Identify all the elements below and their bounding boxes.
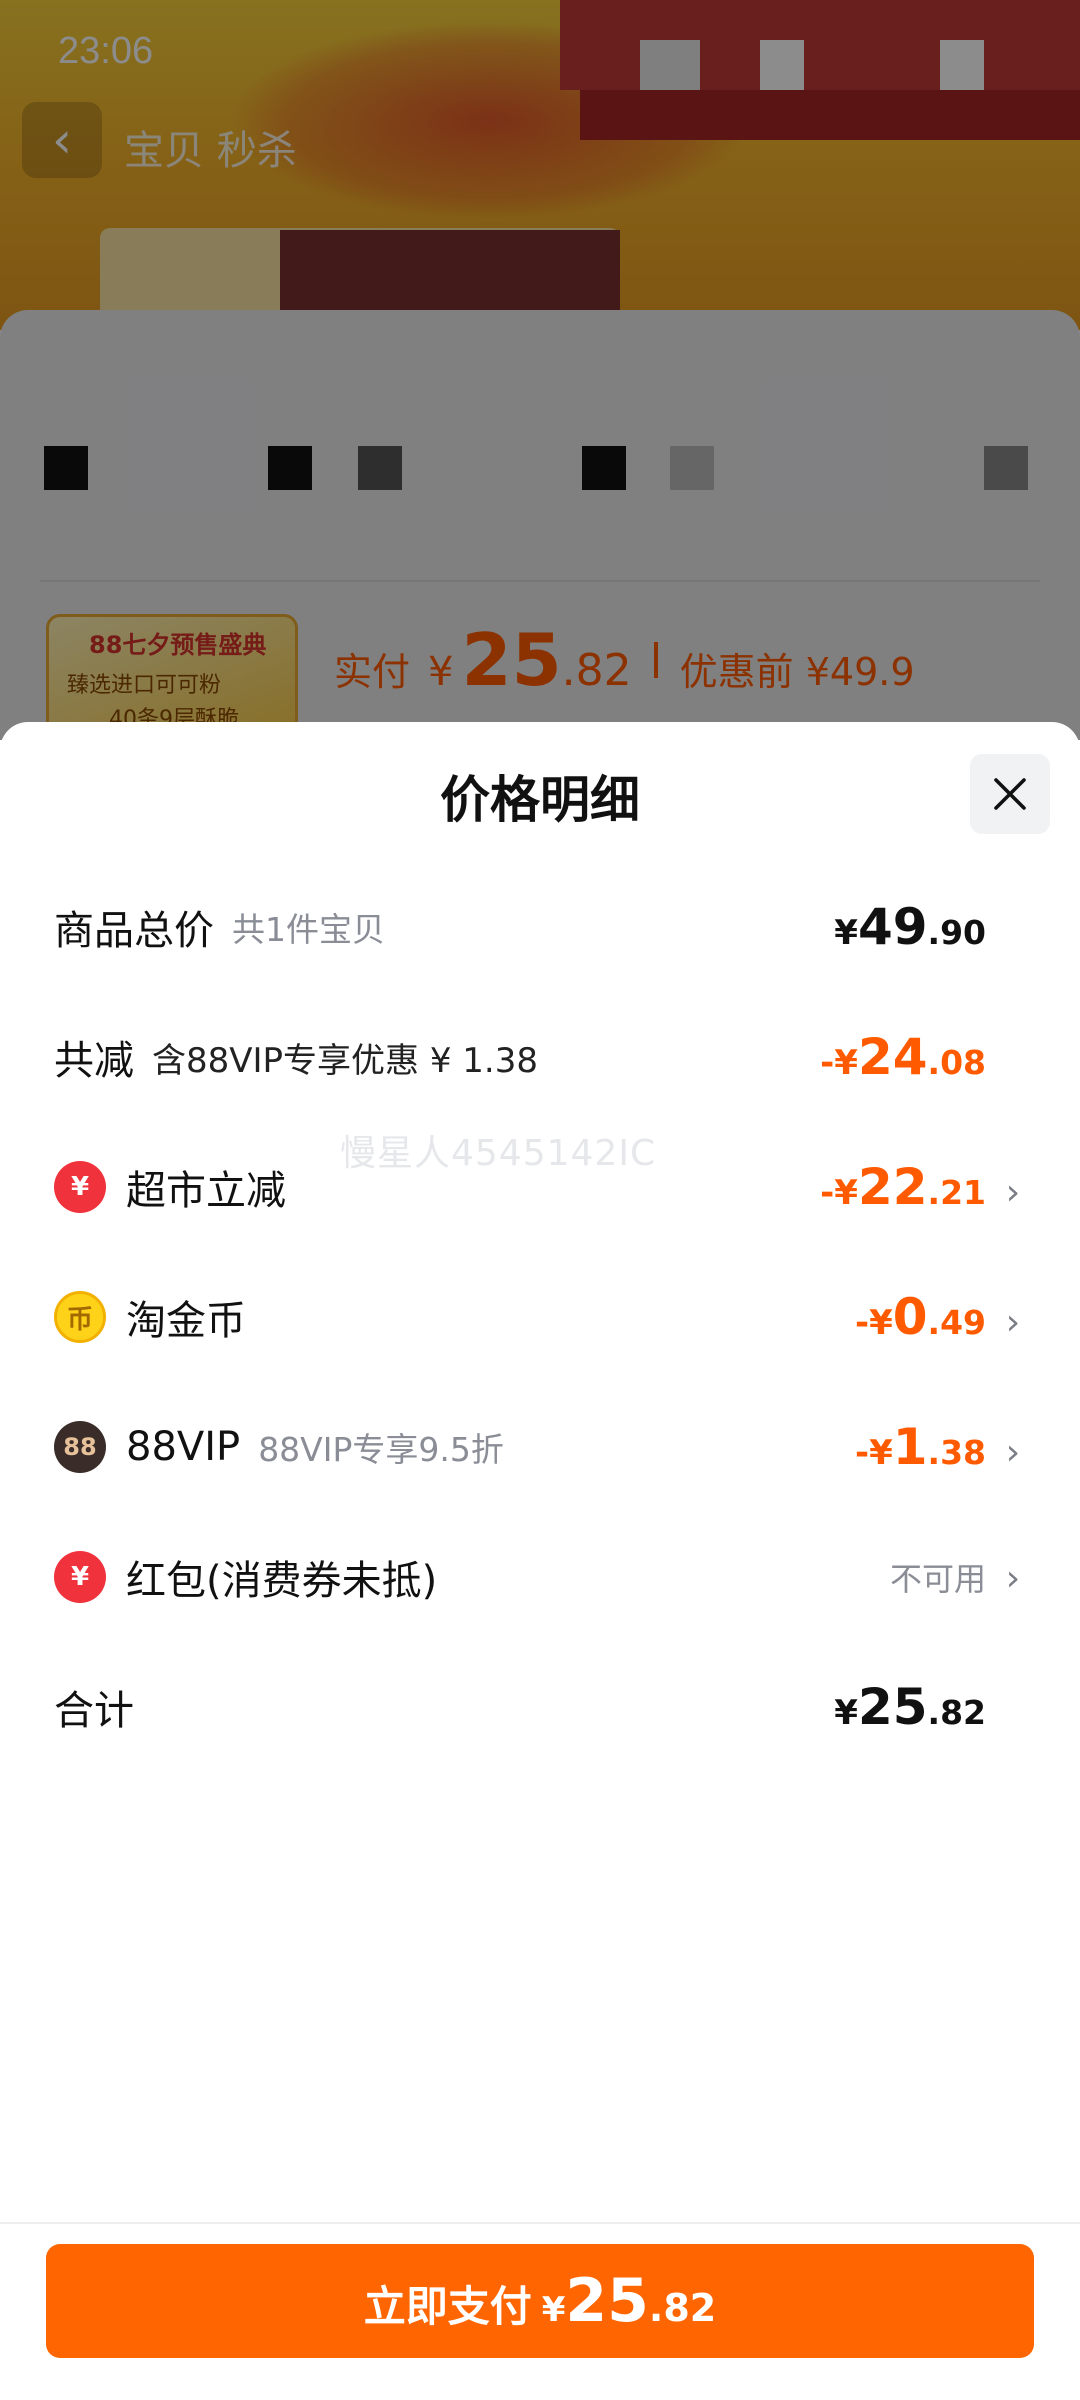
red-packet-icon: ¥ bbox=[54, 1551, 106, 1603]
row-amount: -¥ 0 .49 › bbox=[855, 1288, 1026, 1346]
amount-int: 49 bbox=[857, 898, 928, 956]
row-label: 合计 bbox=[54, 1688, 134, 1734]
amount-dec: .21 bbox=[927, 1173, 986, 1212]
amount-int: 25 bbox=[857, 1678, 928, 1736]
background-page: 23:06 ‹ 宝贝 秒杀 88七夕预售盛典 臻选进口可可粉 40条9层酥脆 实… bbox=[0, 0, 1080, 740]
row-amount: -¥ 24 .08 bbox=[820, 1028, 1026, 1086]
price-detail-sheet: 价格明细 商品总价 共1件宝贝 ¥ 49 .90 共减 含88VIP专享优惠 ¥… bbox=[0, 722, 1080, 2400]
row-sub: 含88VIP专享优惠 ¥ 1.38 bbox=[152, 1040, 539, 1081]
chevron-right-icon: › bbox=[1005, 1172, 1021, 1213]
row-label: 商品总价 bbox=[54, 908, 214, 954]
row-sub: 88VIP专享9.5折 bbox=[258, 1430, 504, 1469]
watermark: 慢星人4545142IC bbox=[340, 1133, 657, 1174]
amount-dec: .90 bbox=[927, 913, 986, 952]
amount-currency: -¥ bbox=[820, 1173, 858, 1213]
row-goods-total: 商品总价 共1件宝贝 ¥ 49 .90 bbox=[54, 882, 1026, 972]
amount-int: 22 bbox=[857, 1158, 928, 1216]
row-total-discount: 共减 含88VIP专享优惠 ¥ 1.38 -¥ 24 .08 bbox=[54, 1012, 1026, 1102]
sheet-title: 价格明细 bbox=[440, 771, 640, 829]
vip-88-icon: 88 bbox=[54, 1421, 106, 1473]
row-label: 红包(消费券未抵) bbox=[126, 1558, 438, 1604]
status-text: 不可用 bbox=[889, 1560, 986, 1598]
row-amount: ¥ 49 .90 bbox=[834, 898, 1026, 956]
chevron-right-icon: › bbox=[1005, 1558, 1021, 1599]
close-button[interactable] bbox=[970, 754, 1050, 834]
amount-int: 1 bbox=[892, 1418, 928, 1476]
close-icon bbox=[994, 778, 1026, 810]
modal-overlay[interactable] bbox=[0, 0, 1080, 740]
chevron-right-icon: › bbox=[1005, 1432, 1021, 1473]
row-label: 超市立减 bbox=[126, 1168, 286, 1214]
chevron-right-icon: › bbox=[1005, 1302, 1021, 1343]
row-taojinbi[interactable]: 币 淘金币 -¥ 0 .49 › bbox=[54, 1272, 1026, 1362]
row-amount: -¥ 22 .21 › bbox=[820, 1158, 1026, 1216]
amount-dec: .82 bbox=[927, 1693, 986, 1732]
pay-currency: ¥ bbox=[541, 2290, 566, 2330]
amount-int: 24 bbox=[857, 1028, 928, 1086]
amount-int: 0 bbox=[892, 1288, 928, 1346]
amount-currency: ¥ bbox=[834, 1693, 858, 1733]
row-red-packet[interactable]: ¥ 红包(消费券未抵) 不可用 › bbox=[54, 1532, 1026, 1622]
yuan-coupon-icon: ¥ bbox=[54, 1161, 106, 1213]
amount-currency: -¥ bbox=[854, 1303, 893, 1343]
row-sub: 共1件宝贝 bbox=[232, 910, 385, 949]
amount-currency: -¥ bbox=[854, 1433, 893, 1473]
row-grand-total: 合计 ¥ 25 .82 bbox=[54, 1662, 1026, 1752]
amount-dec: .38 bbox=[927, 1433, 986, 1472]
pay-now-button[interactable]: 立即支付 ¥ 25 .82 bbox=[46, 2244, 1034, 2358]
row-88vip[interactable]: 88 88VIP 88VIP专享9.5折 -¥ 1 .38 › bbox=[54, 1402, 1026, 1492]
row-amount: -¥ 1 .38 › bbox=[855, 1418, 1026, 1476]
pay-int: 25 bbox=[565, 2266, 649, 2336]
amount-currency: ¥ bbox=[834, 913, 858, 953]
pay-label: 立即支付 bbox=[363, 2282, 532, 2331]
amount-dec: .08 bbox=[927, 1043, 986, 1082]
row-label: 淘金币 bbox=[126, 1298, 246, 1344]
row-status: 不可用 › bbox=[890, 1554, 1026, 1600]
row-label: 共减 bbox=[54, 1038, 134, 1084]
gold-coin-icon: 币 bbox=[54, 1291, 106, 1343]
pay-dec: .82 bbox=[648, 2286, 717, 2330]
row-label: 88VIP bbox=[126, 1424, 241, 1470]
divider bbox=[0, 2222, 1080, 2224]
amount-currency: -¥ bbox=[820, 1043, 858, 1083]
amount-dec: .49 bbox=[927, 1303, 986, 1342]
row-amount: ¥ 25 .82 bbox=[834, 1678, 1026, 1736]
